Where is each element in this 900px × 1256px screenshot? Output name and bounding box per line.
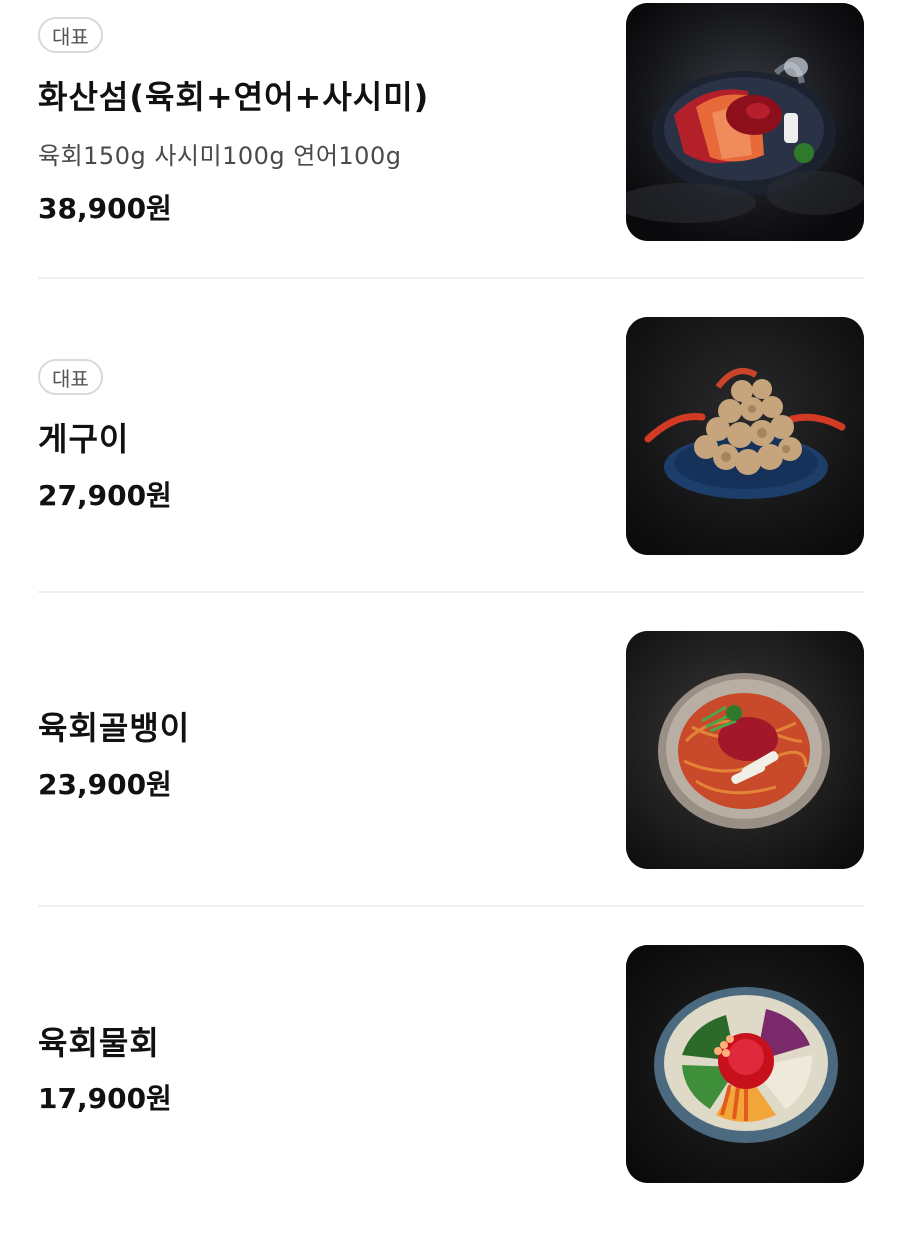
menu-item-photo[interactable] — [626, 3, 864, 241]
menu-list: 대표 화산섬(육회+연어+사시미) 육회150g 사시미100g 연어100g … — [0, 0, 900, 1212]
menu-item[interactable]: 대표 게구이 27,900원 — [38, 314, 864, 628]
menu-item-name: 육회골뱅이 — [38, 709, 191, 747]
menu-item-price: 23,900원 — [38, 768, 172, 801]
representative-badge: 대표 — [38, 17, 103, 53]
menu-item-description: 육회150g 사시미100g 연어100g — [38, 142, 402, 170]
menu-item[interactable]: 육회물회 17,900원 — [38, 942, 864, 1256]
noodles-image-icon — [626, 631, 864, 869]
menu-item-name: 화산섬(육회+연어+사시미) — [38, 78, 430, 116]
menu-item-photo[interactable] — [626, 631, 864, 869]
menu-item-price: 17,900원 — [38, 1082, 172, 1115]
menu-item[interactable]: 대표 화산섬(육회+연어+사시미) 육회150g 사시미100g 연어100g … — [38, 0, 864, 314]
menu-item-price: 27,900원 — [38, 479, 172, 512]
menu-item-name: 육회물회 — [38, 1024, 160, 1062]
menu-item[interactable]: 육회골뱅이 23,900원 — [38, 628, 864, 942]
platter-image-icon — [626, 3, 864, 241]
divider — [38, 905, 864, 907]
menu-item-photo[interactable] — [626, 317, 864, 555]
divider — [38, 591, 864, 593]
representative-badge: 대표 — [38, 359, 103, 395]
menu-item-price: 38,900원 — [38, 192, 172, 225]
menu-item-name: 게구이 — [38, 420, 130, 458]
divider — [38, 277, 864, 279]
bowl-image-icon — [626, 945, 864, 1183]
crab-image-icon — [626, 317, 864, 555]
menu-item-photo[interactable] — [626, 945, 864, 1183]
